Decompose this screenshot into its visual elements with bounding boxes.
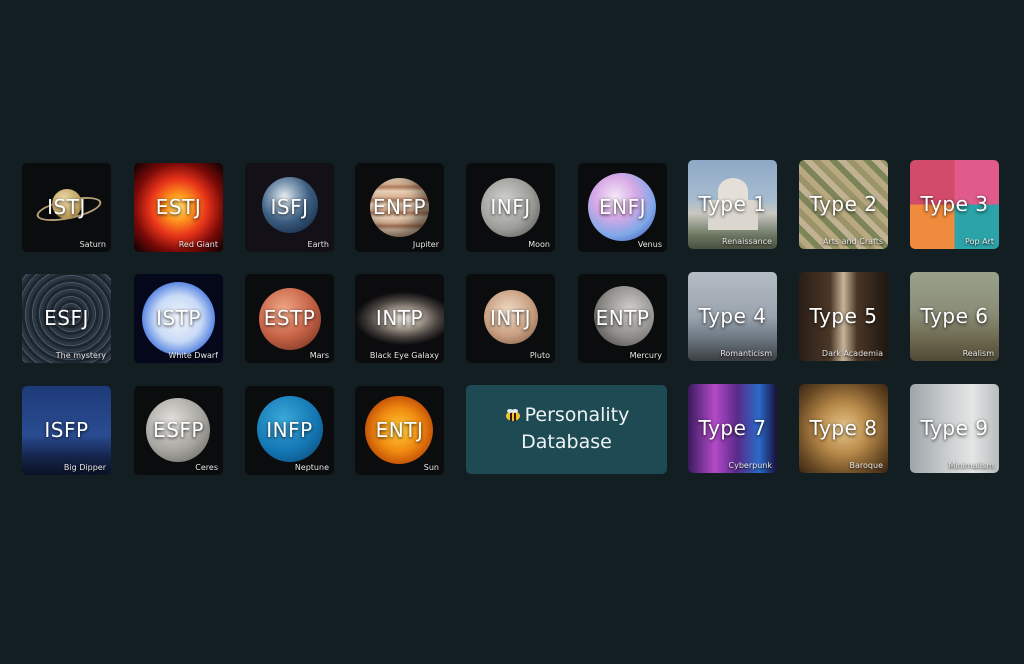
tile-esfp[interactable]: ESFP Ceres — [134, 386, 223, 475]
tile-caption: White Dwarf — [168, 351, 218, 360]
tile-label: Type 2 — [809, 191, 878, 216]
tile-estp[interactable]: ESTP Mars — [245, 274, 334, 363]
tile-label: ESFJ — [44, 305, 89, 330]
tile-label: ISTJ — [47, 194, 86, 219]
tile-label: INTJ — [490, 305, 531, 330]
tile-type-4[interactable]: Type 4 Romanticism — [688, 272, 777, 361]
tile-estj[interactable]: ESTJ Red Giant — [134, 163, 223, 252]
tile-caption: The mystery — [55, 351, 106, 360]
tile-type-8[interactable]: Type 8 Baroque — [799, 384, 888, 473]
tile-infj[interactable]: INFJ Moon — [466, 163, 555, 252]
bee-icon — [505, 409, 520, 421]
tile-label: Type 9 — [920, 415, 989, 440]
tile-caption: Ceres — [195, 463, 218, 472]
tile-caption: Mercury — [629, 351, 662, 360]
database-title-line1: Personality — [466, 404, 667, 426]
tile-caption: Minimalism — [948, 461, 994, 470]
tile-caption: Red Giant — [178, 240, 218, 249]
tile-label: ISFJ — [270, 194, 309, 219]
database-title-text: Personality — [524, 404, 630, 426]
tile-label: ENTP — [595, 305, 650, 330]
tile-label: ESFP — [153, 417, 204, 442]
tile-label: Type 7 — [698, 415, 767, 440]
tile-label: INFJ — [490, 194, 531, 219]
tile-label: ISFP — [44, 417, 89, 442]
tile-type-6[interactable]: Type 6 Realism — [910, 272, 999, 361]
tile-type-5[interactable]: Type 5 Dark Academia — [799, 272, 888, 361]
tile-type-2[interactable]: Type 2 Arts and Crafts — [799, 160, 888, 249]
tile-caption: Renaissance — [722, 237, 772, 246]
tile-type-9[interactable]: Type 9 Minimalism — [910, 384, 999, 473]
tile-caption: Baroque — [849, 461, 883, 470]
tile-caption: Sun — [423, 463, 439, 472]
tile-caption: Dark Academia — [821, 349, 883, 358]
tile-label: Type 6 — [920, 303, 989, 328]
tile-type-1[interactable]: Type 1 Renaissance — [688, 160, 777, 249]
tile-intj[interactable]: INTJ Pluto — [466, 274, 555, 363]
tile-caption: Romanticism — [720, 349, 772, 358]
tile-caption: Realism — [962, 349, 994, 358]
tile-label: ESTJ — [155, 194, 202, 219]
tile-caption: Pop Art — [965, 237, 994, 246]
tile-caption: Saturn — [79, 240, 106, 249]
tile-caption: Venus — [637, 240, 662, 249]
tile-isfj[interactable]: ISFJ Earth — [245, 163, 334, 252]
database-title-line2: Database — [521, 431, 612, 453]
tile-label: ISTP — [156, 305, 201, 330]
tile-caption: Neptune — [294, 463, 329, 472]
tile-type-7[interactable]: Type 7 Cyberpunk — [688, 384, 777, 473]
tile-isfp[interactable]: ISFP Big Dipper — [22, 386, 111, 475]
tile-caption: Mars — [309, 351, 329, 360]
tile-type-3[interactable]: Type 3 Pop Art — [910, 160, 999, 249]
tile-label: ESTP — [263, 305, 316, 330]
tile-infp[interactable]: INFP Neptune — [245, 386, 334, 475]
tile-caption: Arts and Crafts — [823, 237, 883, 246]
tile-istj[interactable]: ISTJ Saturn — [22, 163, 111, 252]
tile-caption: Pluto — [529, 351, 550, 360]
tile-entj[interactable]: ENTJ Sun — [355, 386, 444, 475]
tile-caption: Jupiter — [412, 240, 439, 249]
tile-label: ENTJ — [375, 417, 424, 442]
tile-caption: Big Dipper — [63, 463, 106, 472]
tile-label: Type 3 — [920, 191, 989, 216]
tile-esfj[interactable]: ESFJ The mystery — [22, 274, 111, 363]
tile-intp[interactable]: INTP Black Eye Galaxy — [355, 274, 444, 363]
tile-label: Type 1 — [698, 191, 767, 216]
tile-istp[interactable]: ISTP White Dwarf — [134, 274, 223, 363]
tile-caption: Earth — [307, 240, 329, 249]
tile-enfp[interactable]: ENFP Jupiter — [355, 163, 444, 252]
tile-label: INTP — [375, 305, 424, 330]
tile-caption: Moon — [528, 240, 550, 249]
tile-caption: Black Eye Galaxy — [369, 351, 439, 360]
tile-enfj[interactable]: ENFJ Venus — [578, 163, 667, 252]
tile-label: ENFP — [372, 194, 427, 219]
tile-label: Type 8 — [809, 415, 878, 440]
personality-database-button[interactable]: Personality Database — [466, 385, 667, 474]
tile-label: Type 5 — [809, 303, 878, 328]
tile-label: Type 4 — [698, 303, 767, 328]
tile-label: ENFJ — [599, 194, 646, 219]
tile-entp[interactable]: ENTP Mercury — [578, 274, 667, 363]
tile-caption: Cyberpunk — [728, 461, 772, 470]
tile-label: INFP — [266, 417, 313, 442]
